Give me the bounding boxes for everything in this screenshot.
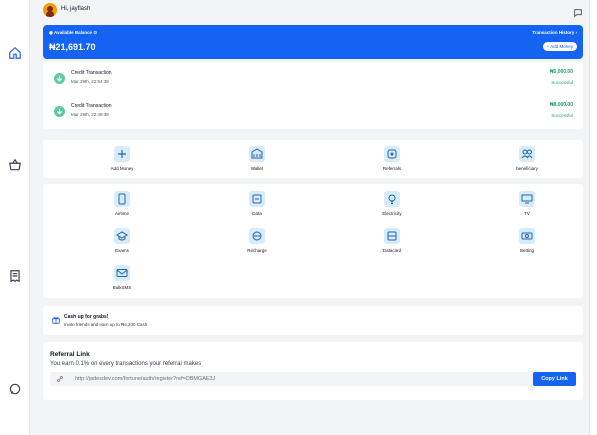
- chevron-right-icon: ›: [575, 30, 578, 35]
- plus-icon: [114, 146, 130, 162]
- transaction-row[interactable]: Credit Transaction Mar 29th, 22:49:38 ₦8…: [43, 99, 583, 129]
- data-icon: [249, 191, 265, 207]
- transaction-date: Mar 29th, 22:49:38: [71, 112, 109, 117]
- tile-add-money[interactable]: Add Money: [92, 146, 152, 178]
- eye-icon[interactable]: ◉: [49, 30, 53, 35]
- transaction-amount: ₦8,000.00: [549, 102, 573, 108]
- basket-icon[interactable]: [8, 158, 22, 172]
- referral-icon: [384, 146, 400, 162]
- left-sidebar: [0, 0, 30, 435]
- tile-betting[interactable]: Betting: [497, 228, 557, 260]
- tile-bulksms[interactable]: BulkSMS: [92, 265, 152, 297]
- home-icon[interactable]: [8, 46, 22, 60]
- cash-subtitle: Invite friends and earn up to ₦4,200 Cas…: [64, 322, 148, 327]
- tile-recharge[interactable]: Recharge: [227, 228, 287, 260]
- tile-datacard[interactable]: Datacard: [362, 228, 422, 260]
- transaction-status: Successful: [551, 80, 573, 85]
- balance-card: ◉ Available Balance ⊙ ₦21,691.70 Transac…: [43, 25, 583, 59]
- sms-icon: [114, 265, 130, 281]
- receipt-icon[interactable]: [8, 269, 22, 283]
- dashboard-main: Hi, jayflash ◉ Available Balance ⊙ ₦21,6…: [31, 0, 589, 435]
- wallet-icon: [249, 146, 265, 162]
- tile-wallet[interactable]: Wallet: [227, 146, 287, 178]
- cash-title: Cash up for grabs!: [64, 314, 109, 320]
- transaction-title: Credit Transaction: [71, 70, 112, 76]
- users-icon: [519, 146, 535, 162]
- top-bar: Hi, jayflash: [43, 3, 583, 21]
- referral-url: http://jadesdev.com/fortune/auth/registe…: [75, 376, 216, 382]
- exam-icon: [114, 228, 130, 244]
- referral-title: Referral Link: [50, 351, 90, 358]
- balance-label: ◉ Available Balance ⊙: [49, 30, 98, 35]
- phone-icon: [114, 191, 130, 207]
- recent-transactions: Credit Transaction Mar 29th, 22:54:38 ₦5…: [43, 62, 583, 129]
- transaction-history-link[interactable]: Transaction History ›: [532, 30, 577, 35]
- tile-tv[interactable]: TV: [497, 191, 557, 223]
- recharge-icon: [249, 228, 265, 244]
- bulb-icon: [384, 191, 400, 207]
- referral-description: You earn 0.1% on every transactions your…: [50, 361, 202, 367]
- tile-data[interactable]: Data: [227, 191, 287, 223]
- avatar[interactable]: [43, 3, 57, 17]
- transaction-status: Successful: [551, 113, 573, 118]
- credit-icon: [54, 106, 65, 117]
- chat-icon[interactable]: [573, 5, 583, 18]
- transaction-date: Mar 29th, 22:54:38: [71, 79, 109, 84]
- eye-toggle-icon[interactable]: ⊙: [93, 30, 97, 35]
- tile-exams[interactable]: Exams: [92, 228, 152, 260]
- credit-icon: [54, 73, 65, 84]
- scrollbar-track[interactable]: [589, 0, 597, 435]
- tile-referrals[interactable]: Referrals: [362, 146, 422, 178]
- tile-electricity[interactable]: Electricity: [362, 191, 422, 223]
- copy-link-button[interactable]: Copy Link: [533, 372, 576, 386]
- tile-beneficiary[interactable]: beneficiary: [497, 146, 557, 178]
- referral-link-field[interactable]: http://jadesdev.com/fortune/auth/registe…: [50, 372, 533, 386]
- greeting-text: Hi, jayflash: [61, 6, 91, 12]
- cash-banner[interactable]: Cash up for grabs! Invite friends and ea…: [43, 306, 583, 335]
- transaction-amount: ₦5,000.00: [549, 69, 573, 75]
- support-icon[interactable]: [8, 382, 22, 396]
- betting-icon: [519, 228, 535, 244]
- link-icon: [56, 375, 64, 383]
- datacard-icon: [384, 228, 400, 244]
- add-money-button[interactable]: + Add Money: [542, 42, 577, 51]
- balance-amount: ₦21,691.70: [49, 42, 96, 52]
- gift-icon: [51, 315, 61, 325]
- quick-actions: Add Money Wallet Referrals beneficiary: [43, 140, 583, 178]
- transaction-row[interactable]: Credit Transaction Mar 29th, 22:54:38 ₦5…: [43, 66, 583, 96]
- tv-icon: [519, 191, 535, 207]
- tile-airtime[interactable]: Airtime: [92, 191, 152, 223]
- transaction-title: Credit Transaction: [71, 103, 112, 109]
- referral-panel: Referral Link You earn 0.1% on every tra…: [43, 342, 583, 400]
- services-grid: Airtime Data Electricity TV Exams Rechar…: [43, 184, 583, 298]
